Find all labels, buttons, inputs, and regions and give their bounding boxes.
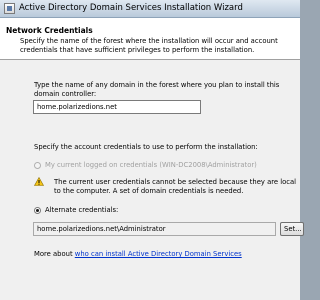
wizard-app-icon: [4, 3, 15, 14]
page-title: Network Credentials: [6, 26, 93, 35]
current-credentials-radio[interactable]: [34, 162, 41, 169]
page-header: Network Credentials Specify the name of …: [0, 18, 300, 60]
page-description: Specify the name of the forest where the…: [20, 37, 278, 54]
credentials-prompt: Specify the account credentials to use t…: [34, 143, 258, 151]
more-about-link[interactable]: who can install Active Directory Domain …: [75, 250, 242, 258]
domain-prompt: Type the name of any domain in the fores…: [34, 81, 280, 98]
set-credentials-button[interactable]: Set...: [280, 222, 304, 236]
warning-icon: [34, 177, 44, 186]
more-about-prefix: More about: [34, 250, 75, 258]
wizard-window: Active Directory Domain Services Install…: [0, 0, 304, 300]
more-about-row: More about who can install Active Direct…: [34, 250, 242, 258]
alternate-credentials-field: [33, 222, 276, 236]
window-title: Active Directory Domain Services Install…: [19, 3, 243, 13]
title-bar: Active Directory Domain Services Install…: [0, 0, 300, 18]
credentials-warning: The current user credentials cannot be s…: [54, 178, 297, 195]
alternate-credentials-radio[interactable]: [34, 207, 41, 214]
domain-name-input[interactable]: [33, 100, 201, 114]
current-credentials-label: My current logged on credentials (WIN-DC…: [45, 161, 257, 169]
alternate-credentials-label: Alternate credentials:: [45, 206, 119, 214]
